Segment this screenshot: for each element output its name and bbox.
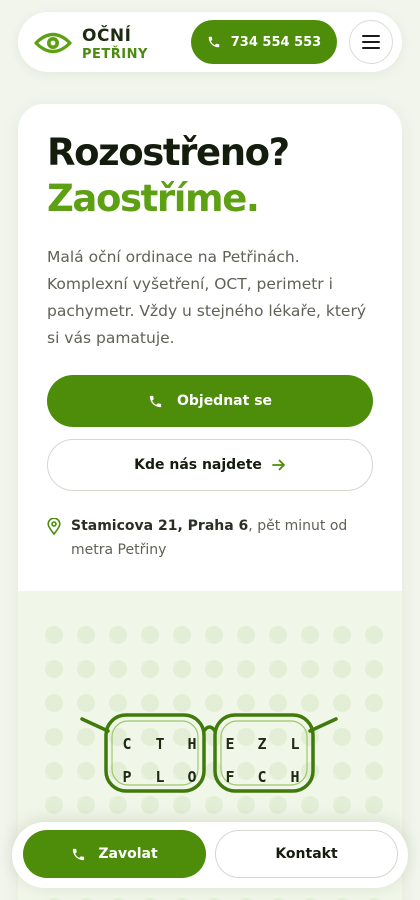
eye-chart-letter: H [290,768,300,786]
address-street: Stamicova 21, Praha 6 [71,518,249,534]
find-us-button[interactable]: Kde nás najdete [47,439,373,491]
phone-icon [149,395,162,407]
eye-chart-letter: L [290,735,300,753]
book-appointment-button[interactable]: Objednat se [47,375,373,427]
hero-headline: Rozostřeno? Zaostříme. [47,130,290,222]
eye-chart-letter: T [155,735,165,753]
address-text: Stamicova 21, Praha 6, pět minut od metr… [71,514,371,562]
contact-label: Kontakt [275,846,338,862]
eye-chart-letter: C [122,735,132,753]
contact-button[interactable]: Kontakt [215,830,398,878]
eye-chart-letter: C [257,768,267,786]
eye-chart-letter: H [187,735,197,753]
eye-chart-letter: Z [257,735,267,753]
logo-subtitle: PETŘINY [82,47,148,62]
find-us-label: Kde nás najdete [134,457,262,473]
hamburger-icon [362,35,380,49]
bottom-action-bar: Zavolat Kontakt [12,822,408,888]
arrow-right-icon [271,459,285,471]
eye-logo-icon [34,32,72,54]
eye-chart-letter: O [187,768,197,786]
call-button[interactable]: Zavolat [23,830,206,878]
header-phone-button[interactable]: 734 554 553 [191,20,337,64]
logo-title: OČNÍ [82,26,132,46]
book-appointment-label: Objednat se [176,393,273,409]
eye-chart-letter: L [155,768,165,786]
phone-icon [73,848,85,860]
site-header: OČNÍ PETŘINY 734 554 553 [18,12,402,72]
eye-chart-letter: F [225,768,235,786]
headline-line-2: Zaostříme. [47,177,260,220]
phone-icon [208,36,220,48]
header-phone-label: 734 554 553 [230,34,322,50]
hero-lead: Malá oční ordinace na Petřinách. Komplex… [47,248,366,347]
headline-line-1: Rozostřeno? [47,131,290,174]
map-pin-icon [47,518,61,535]
menu-button[interactable] [349,20,393,64]
call-label: Zavolat [98,846,158,862]
eye-chart-letter: E [225,735,235,753]
eye-chart-letter: P [122,768,132,786]
hero-card: Rozostřeno? Zaostříme. Malá oční ordinac… [18,104,402,900]
